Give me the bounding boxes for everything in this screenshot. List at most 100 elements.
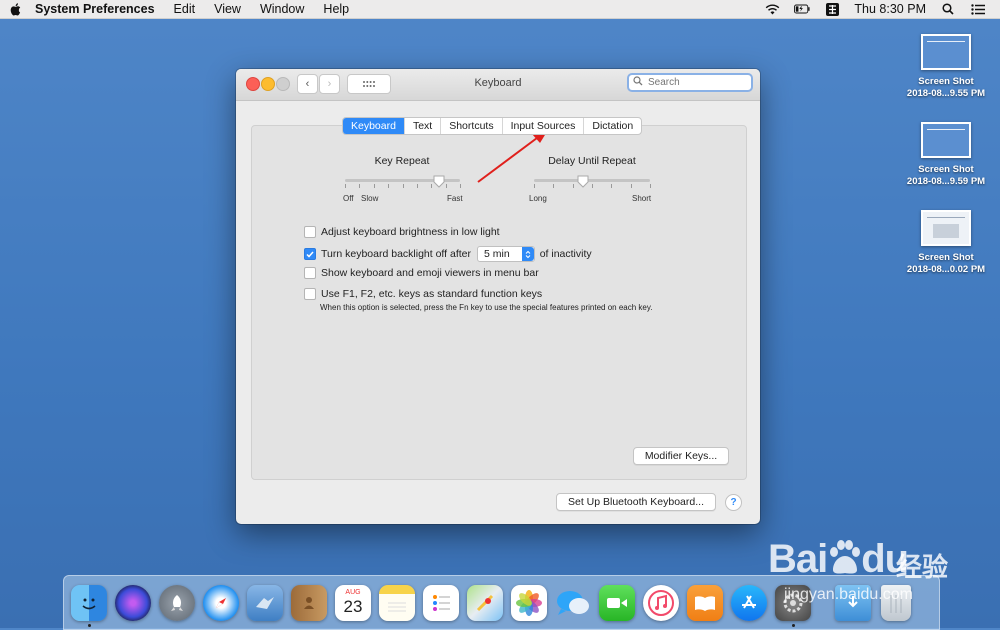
calendar-day: 23: [343, 597, 363, 616]
option-label: Turn keyboard backlight off after: [321, 248, 471, 260]
watermark-brand: Bai du: [768, 537, 909, 582]
desktop-icon-date: 2018-08...0.02 PM: [906, 264, 986, 275]
search-field[interactable]: [627, 73, 753, 92]
help-button[interactable]: ?: [725, 494, 742, 511]
calendar-icon[interactable]: AUG 23: [335, 585, 371, 621]
siri-icon[interactable]: [115, 585, 151, 621]
desktop-screenshot-3[interactable]: Screen Shot 2018-08...0.02 PM: [896, 210, 996, 276]
delay-until-repeat-knob[interactable]: [577, 175, 589, 188]
menu-view[interactable]: View: [214, 2, 241, 16]
modifier-keys-button[interactable]: Modifier Keys...: [633, 447, 729, 465]
delay-long: Long: [529, 194, 547, 203]
wifi-icon[interactable]: [764, 2, 780, 16]
slider-tick: [445, 184, 447, 188]
slider-tick: [431, 184, 433, 188]
option-label: Adjust keyboard brightness in low light: [321, 226, 500, 238]
key-repeat-fast: Fast: [447, 194, 463, 203]
watermark-chinese: 经验: [896, 552, 949, 582]
setup-bluetooth-keyboard-button[interactable]: Set Up Bluetooth Keyboard...: [556, 493, 716, 511]
screenshot-thumbnail-icon: [921, 34, 971, 70]
menu-bar: System Preferences Edit View Window Help…: [0, 0, 1000, 19]
delay-short: Short: [632, 194, 652, 203]
keyboard-window: ‹ › Keyboard Keyboard Text Shortcuts Inp…: [236, 69, 760, 524]
option-backlight-off[interactable]: Turn keyboard backlight off after 5 min …: [304, 246, 592, 262]
messages-icon[interactable]: [555, 585, 591, 621]
slider-tick: [373, 184, 375, 188]
delay-until-repeat-slider[interactable]: [534, 179, 650, 182]
books-icon[interactable]: [687, 585, 723, 621]
slider-tick: [611, 184, 613, 188]
option-function-keys[interactable]: Use F1, F2, etc. keys as standard functi…: [304, 288, 542, 300]
desktop-icon-name: Screen Shot: [918, 76, 974, 87]
search-input[interactable]: [648, 77, 748, 88]
app-store-icon[interactable]: [731, 585, 767, 621]
calendar-month: AUG: [345, 589, 361, 596]
slider-tick: [592, 184, 593, 188]
checkbox-checked[interactable]: [304, 248, 316, 260]
mail-icon[interactable]: [247, 585, 283, 621]
music-icon[interactable]: [643, 585, 679, 621]
checkbox[interactable]: [304, 288, 316, 300]
tab-input-sources[interactable]: Input Sources: [501, 118, 584, 134]
launchpad-icon[interactable]: [159, 585, 195, 621]
input-menu-icon[interactable]: [824, 2, 840, 16]
menu-edit[interactable]: Edit: [174, 2, 196, 16]
option-suffix: of inactivity: [539, 248, 592, 260]
finder-icon[interactable]: [71, 585, 107, 621]
search-icon[interactable]: [940, 2, 956, 16]
slider-tick: [359, 184, 361, 188]
screenshot-thumbnail-icon: [921, 210, 971, 246]
desktop-icon-name: Screen Shot: [918, 164, 974, 175]
slider-tick: [460, 184, 461, 188]
slider-tick: [650, 184, 651, 188]
slider-tick: [630, 184, 632, 188]
slider-tick: [402, 184, 404, 188]
tab-keyboard[interactable]: Keyboard: [343, 118, 404, 134]
notes-icon[interactable]: [379, 585, 415, 621]
contacts-icon[interactable]: [291, 585, 327, 621]
clock[interactable]: Thu 8:30 PM: [854, 2, 926, 16]
delay-until-repeat-label: Delay Until Repeat: [548, 155, 636, 167]
reminders-icon[interactable]: [423, 585, 459, 621]
slider-tick: [345, 184, 346, 188]
watermark-brand-text: Bai: [768, 537, 828, 581]
facetime-icon[interactable]: [599, 585, 635, 621]
slider-tick: [572, 184, 574, 188]
desktop-screenshot-2[interactable]: Screen Shot 2018-08...9.59 PM: [896, 122, 996, 188]
apple-icon[interactable]: [9, 2, 21, 16]
desktop-icon-date: 2018-08...9.59 PM: [906, 176, 986, 187]
tab-bar: Keyboard Text Shortcuts Input Sources Di…: [342, 117, 643, 135]
key-repeat-knob[interactable]: [433, 175, 445, 188]
fn-key-note: When this option is selected, press the …: [320, 303, 653, 312]
option-show-viewers[interactable]: Show keyboard and emoji viewers in menu …: [304, 267, 539, 279]
backlight-timeout-select[interactable]: 5 min: [477, 246, 535, 262]
battery-icon[interactable]: [794, 2, 810, 16]
search-icon: [633, 76, 645, 89]
maps-icon[interactable]: [467, 585, 503, 621]
checkbox[interactable]: [304, 226, 316, 238]
key-repeat-label: Key Repeat: [374, 155, 430, 167]
menu-help[interactable]: Help: [323, 2, 349, 16]
list-icon[interactable]: [970, 2, 986, 16]
running-indicator: [792, 624, 795, 627]
slider-tick: [534, 184, 535, 188]
desktop-icon-date: 2018-08...9.55 PM: [906, 88, 986, 99]
app-menu[interactable]: System Preferences: [35, 2, 155, 16]
slider-tick: [388, 184, 390, 188]
photos-icon[interactable]: [511, 585, 547, 621]
title-bar: ‹ › Keyboard: [236, 69, 760, 101]
key-repeat-off: Off: [343, 194, 354, 203]
desktop-screenshot-1[interactable]: Screen Shot 2018-08...9.55 PM: [896, 34, 996, 100]
checkmark-icon: [306, 251, 314, 258]
updown-chevron-icon: [521, 247, 534, 261]
checkbox[interactable]: [304, 267, 316, 279]
desktop-icon-name: Screen Shot: [918, 252, 974, 263]
tab-dictation[interactable]: Dictation: [583, 118, 641, 134]
option-adjust-brightness[interactable]: Adjust keyboard brightness in low light: [304, 226, 500, 238]
running-indicator: [88, 624, 91, 627]
tab-shortcuts[interactable]: Shortcuts: [440, 118, 501, 134]
safari-icon[interactable]: [203, 585, 239, 621]
menu-window[interactable]: Window: [260, 2, 304, 16]
tab-text[interactable]: Text: [403, 118, 440, 134]
screenshot-thumbnail-icon: [921, 122, 971, 158]
